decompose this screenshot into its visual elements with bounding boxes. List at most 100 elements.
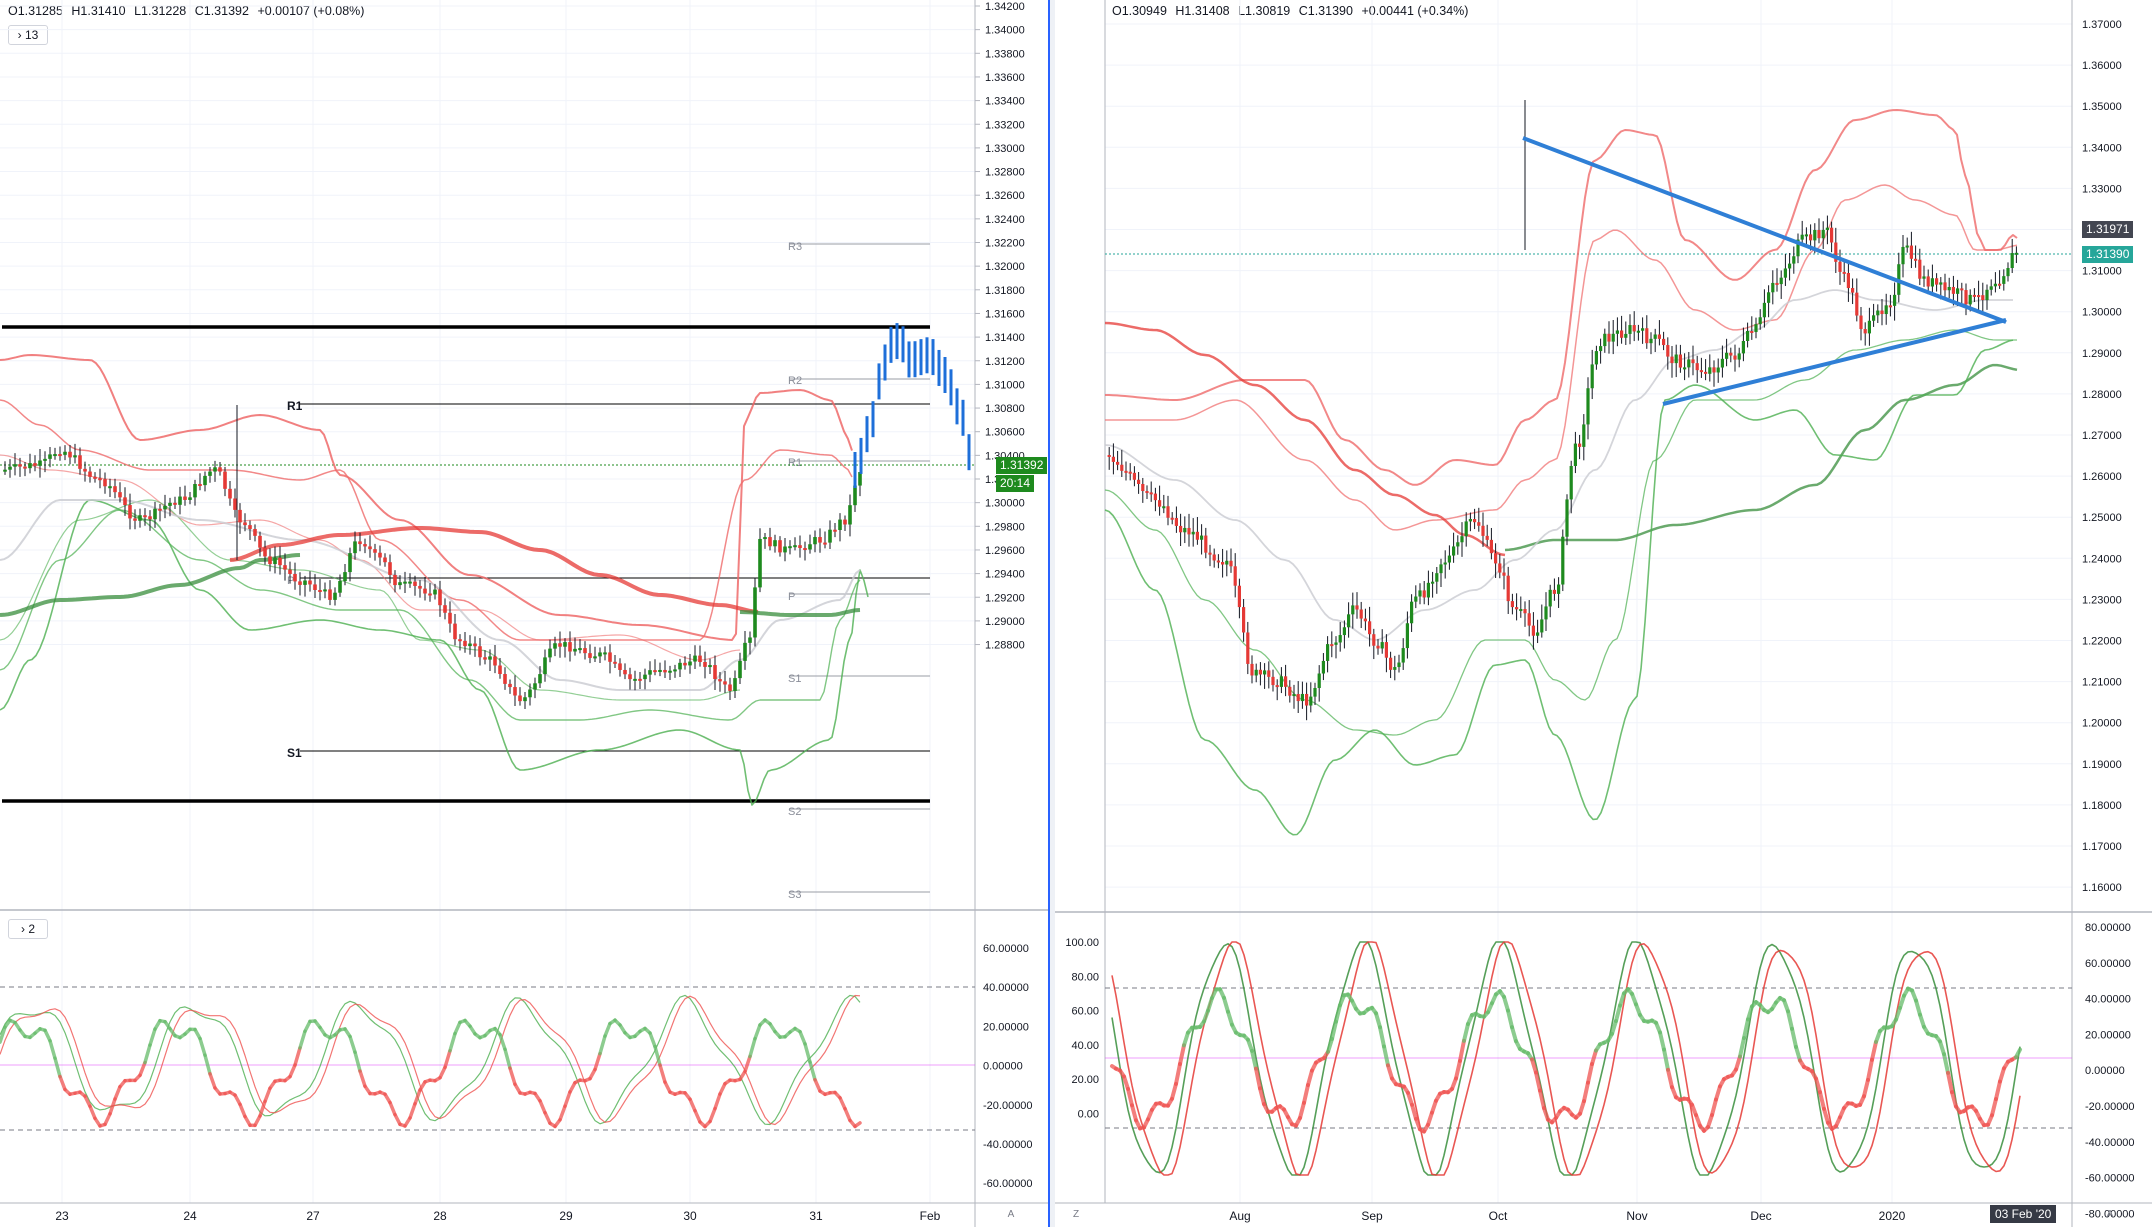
right-candle-body [1552, 589, 1556, 594]
right-osc-momentum [1786, 1009, 1794, 1031]
right-candle-body [1468, 519, 1472, 522]
right-candle-body [1582, 424, 1586, 447]
left-candle-body [373, 549, 377, 553]
right-osc-right-axis[interactable]: 80.00000 60.00000 40.00000 20.00000 0.00000 -… [2085, 922, 2135, 1220]
right-osc-momentum [1582, 1080, 1590, 1104]
right-osc-momentum [1914, 998, 1922, 1017]
left-candle-body [723, 681, 727, 685]
right-candle-body [1557, 584, 1561, 594]
left-osc-momentum [593, 1051, 602, 1072]
left-price-tick: 1.31600 [985, 308, 1025, 320]
right-price-tick: 1.27000 [2082, 430, 2122, 442]
left-osc-momentum [803, 1042, 812, 1064]
left-candle-body [498, 665, 502, 675]
left-candle-body [733, 678, 737, 691]
right-time-tick: Aug [1229, 1209, 1250, 1223]
right-auto-scale-button[interactable]: A [2103, 1208, 2117, 1222]
left-candle-body [343, 572, 347, 582]
right-osc-left-axis[interactable]: 100.00 80.00 60.00 40.00 20.00 0.00 [1065, 937, 1099, 1121]
left-candle-body [753, 587, 757, 638]
right-candle-body [1855, 292, 1859, 316]
left-candle-body [793, 545, 797, 548]
right-chart-pane[interactable]: O1.30949 H1.31408 L1.30819 C1.31390 +0.0… [1055, 0, 2152, 1227]
right-candle-body [1149, 492, 1153, 495]
right-osc-right-tick: 60.00000 [2085, 958, 2131, 970]
right-oscillator [1105, 941, 2072, 1176]
right-candle-body [1876, 310, 1880, 316]
pivot-r1-bold-label: R1 [287, 399, 303, 413]
left-price-tick: 1.33200 [985, 119, 1025, 131]
right-candles[interactable] [1107, 100, 2018, 721]
right-zoom-button[interactable]: Z [1069, 1208, 1083, 1222]
right-candle-body [1246, 632, 1250, 664]
left-osc-momentum [148, 1027, 157, 1047]
left-candle-body [158, 508, 162, 511]
left-candle-body [288, 569, 292, 574]
left-osc-momentum [798, 1029, 807, 1046]
left-candle-body [513, 687, 517, 696]
right-candle-body [1132, 472, 1136, 480]
left-candle-body [648, 670, 652, 675]
right-chart-canvas[interactable]: 1.370001.360001.350001.340001.330001.320… [1055, 0, 2152, 1227]
right-price-tick: 1.20000 [2082, 718, 2122, 730]
right-price-tick: 1.18000 [2082, 800, 2122, 812]
left-osc-momentum [853, 1121, 862, 1129]
right-candle-body [1977, 295, 1981, 298]
right-price-tick: 1.36000 [2082, 60, 2122, 72]
right-candle-body [1187, 527, 1191, 535]
right-candle-body [1200, 535, 1204, 540]
right-time-axis[interactable]: Aug Sep Oct Nov Dec 2020 [1229, 1209, 1905, 1223]
left-chart-canvas[interactable]: R3 R2 R1 P S1 S2 S3 R1 S1 P 1.342001.340… [0, 0, 1050, 1227]
left-candle-body [653, 670, 657, 673]
left-candle-body [178, 496, 182, 505]
left-candle-body [273, 557, 277, 565]
left-osc-tick: 40.00000 [983, 982, 1029, 994]
right-candle-body [2010, 253, 2014, 269]
left-candle-body [338, 581, 342, 593]
right-osc-momentum [1538, 1088, 1546, 1111]
right-candle-body [1414, 596, 1418, 602]
right-candle-body [1116, 461, 1120, 465]
right-candle-body [1813, 229, 1817, 241]
right-osc-momentum [1822, 1106, 1830, 1125]
right-candle-body [1204, 535, 1208, 553]
left-price-tick: 1.34000 [985, 25, 1025, 37]
left-price-axis[interactable]: 1.34200 1.34000 1.33800 1.33600 1.33400 1.332… [975, 1, 1025, 652]
left-auto-scale-button[interactable]: A [1004, 1208, 1018, 1222]
right-price-axis[interactable]: 1.370001.360001.350001.340001.330001.320… [2082, 19, 2122, 894]
left-osc-axis[interactable]: 60.00000 40.00000 20.00000 0.00000 -20.00000… [983, 943, 1033, 1190]
right-candle-body [1620, 330, 1624, 338]
left-price-tick: 1.32800 [985, 167, 1025, 179]
right-osc-momentum [1302, 1083, 1310, 1105]
left-projection-bars[interactable] [853, 323, 971, 488]
left-candle-body [598, 652, 602, 657]
right-candle-body [1947, 286, 1951, 291]
left-time-axis[interactable]: 23 24 27 28 29 30 31 Feb [55, 1209, 940, 1223]
right-candle-body [1502, 572, 1506, 576]
left-thick-red-ma [229, 526, 759, 614]
right-candle-body [1326, 644, 1330, 661]
right-candle-body [1666, 345, 1670, 357]
right-candle-body [1342, 627, 1346, 636]
right-osc-momentum [1662, 1047, 1670, 1072]
left-candle-body [388, 562, 392, 575]
left-candle-body [428, 593, 432, 596]
right-candle-body [1779, 277, 1783, 285]
right-candle-body [1292, 694, 1296, 697]
pivot-s3-label: S3 [788, 889, 801, 901]
left-osc-momentum [293, 1046, 302, 1067]
left-osc-momentum [53, 1056, 62, 1079]
right-candle-body [1851, 288, 1855, 293]
right-candle-body [1384, 642, 1388, 658]
left-candle-body [443, 605, 447, 613]
left-price-tick: 1.32400 [985, 214, 1025, 226]
left-candle-body [3, 469, 7, 472]
right-price-tick: 1.30000 [2082, 307, 2122, 319]
left-osc-momentum [603, 1021, 612, 1038]
right-candle-body [1649, 338, 1653, 344]
right-candle-body [1137, 479, 1141, 484]
left-candle-body [553, 643, 557, 649]
right-candle-body [1893, 294, 1897, 306]
left-chart-pane[interactable]: O1.31285 H1.31410 L1.31228 C1.31392 +0.0… [0, 0, 1050, 1227]
left-candle-body [168, 502, 172, 506]
